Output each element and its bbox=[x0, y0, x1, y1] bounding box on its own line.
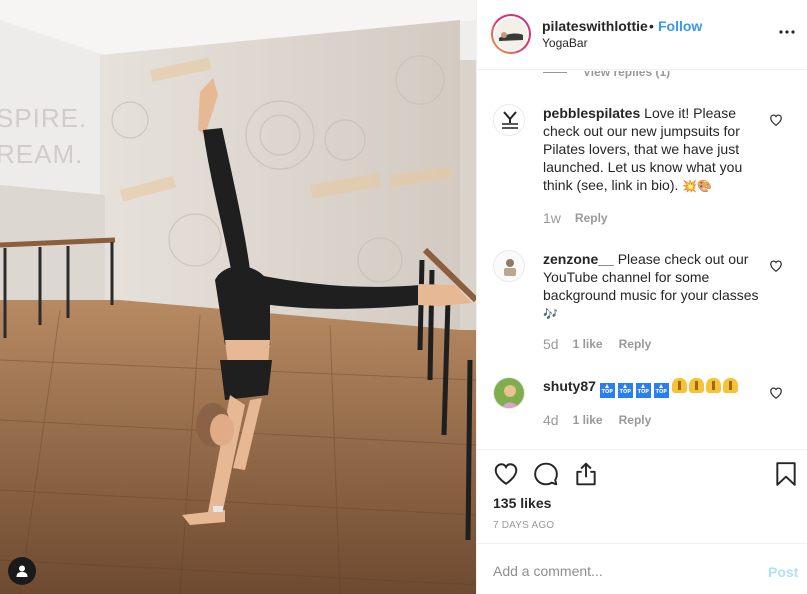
top-emoji: TOP bbox=[653, 383, 669, 398]
post-date[interactable]: 7 DAYS AGO bbox=[493, 520, 554, 531]
replies-divider bbox=[543, 71, 567, 73]
top-emoji: TOP bbox=[635, 383, 651, 398]
raised-hands-emoji bbox=[705, 378, 721, 393]
heart-icon[interactable] bbox=[769, 259, 783, 273]
comment-text: shuty87 TOP TOP TOP TOP bbox=[543, 377, 763, 398]
comment-emoji: 🎶 bbox=[543, 307, 558, 321]
comment-age[interactable]: 4d bbox=[543, 412, 559, 428]
comment-text: pebblespilates Love it! Please check out… bbox=[543, 104, 763, 195]
reply-button[interactable]: Reply bbox=[619, 337, 652, 351]
commenter-avatar[interactable] bbox=[493, 104, 525, 136]
wall-text-2: REAM. bbox=[0, 139, 83, 169]
more-horizontal-icon bbox=[779, 30, 795, 34]
comment-likes[interactable]: 1 like bbox=[573, 337, 603, 351]
comment-emoji-row: TOP TOP TOP TOP bbox=[599, 378, 740, 398]
top-emoji: TOP bbox=[599, 383, 615, 398]
comment-text: zenzone__ Please check out our YouTube c… bbox=[543, 250, 763, 323]
top-emoji: TOP bbox=[617, 383, 633, 398]
comment-emoji: 💥🎨 bbox=[682, 179, 713, 193]
bookmark-icon[interactable] bbox=[773, 461, 799, 487]
author-username[interactable]: pilateswithlottie bbox=[542, 18, 648, 34]
likes-count[interactable]: 135 likes bbox=[493, 495, 551, 511]
post-photo[interactable]: SPIRE. REAM. bbox=[0, 0, 476, 594]
tagged-users-button[interactable] bbox=[8, 557, 36, 585]
wall-text-1: SPIRE. bbox=[0, 103, 87, 133]
comment-age[interactable]: 1w bbox=[543, 210, 561, 226]
heart-icon[interactable] bbox=[769, 386, 783, 400]
separator-dot: • bbox=[649, 18, 654, 34]
comments-list[interactable]: View replies (1) pebblespilates Love it!… bbox=[477, 71, 807, 449]
photo-illustration: SPIRE. REAM. bbox=[0, 0, 476, 594]
follow-button[interactable]: Follow bbox=[658, 18, 702, 34]
commenter-username[interactable]: shuty87 bbox=[543, 378, 596, 394]
avatar-image bbox=[495, 18, 527, 50]
comment-meta: 5d 1 like Reply bbox=[543, 336, 651, 352]
shuty-avatar-image bbox=[494, 378, 524, 408]
view-replies-button[interactable]: View replies (1) bbox=[543, 71, 670, 79]
more-options-button[interactable] bbox=[777, 22, 797, 42]
reply-button[interactable]: Reply bbox=[619, 413, 652, 427]
comment-input[interactable] bbox=[493, 561, 743, 581]
comment-meta: 1w Reply bbox=[543, 210, 608, 226]
raised-hands-emoji bbox=[722, 378, 738, 393]
comment-age[interactable]: 5d bbox=[543, 336, 559, 352]
commenter-avatar[interactable] bbox=[493, 250, 525, 282]
heart-icon[interactable] bbox=[493, 461, 519, 487]
zenzone-avatar-image bbox=[494, 251, 524, 281]
commenter-avatar[interactable] bbox=[493, 377, 525, 409]
author-avatar[interactable] bbox=[491, 14, 531, 54]
post-header: pilateswithlottie • Follow YogaBar bbox=[477, 0, 807, 70]
pebbles-logo bbox=[494, 105, 524, 135]
comment-likes[interactable]: 1 like bbox=[573, 413, 603, 427]
raised-hands-emoji bbox=[671, 378, 687, 393]
raised-hands-emoji bbox=[688, 378, 704, 393]
commenter-username[interactable]: zenzone__ bbox=[543, 251, 614, 267]
view-replies-label: View replies (1) bbox=[583, 71, 671, 79]
location-link[interactable]: YogaBar bbox=[542, 36, 588, 50]
post-button[interactable]: Post bbox=[768, 564, 798, 580]
post-panel: pilateswithlottie • Follow YogaBar View … bbox=[476, 0, 807, 594]
comment-meta: 4d 1 like Reply bbox=[543, 412, 651, 428]
share-icon[interactable] bbox=[573, 461, 599, 487]
heart-icon[interactable] bbox=[769, 113, 783, 127]
comment-icon[interactable] bbox=[533, 461, 559, 487]
add-comment-bar: Post bbox=[477, 543, 807, 594]
reply-button[interactable]: Reply bbox=[575, 211, 608, 225]
commenter-username[interactable]: pebblespilates bbox=[543, 105, 640, 121]
person-icon bbox=[16, 565, 28, 577]
post-actions: 135 likes 7 DAYS AGO bbox=[477, 449, 807, 543]
